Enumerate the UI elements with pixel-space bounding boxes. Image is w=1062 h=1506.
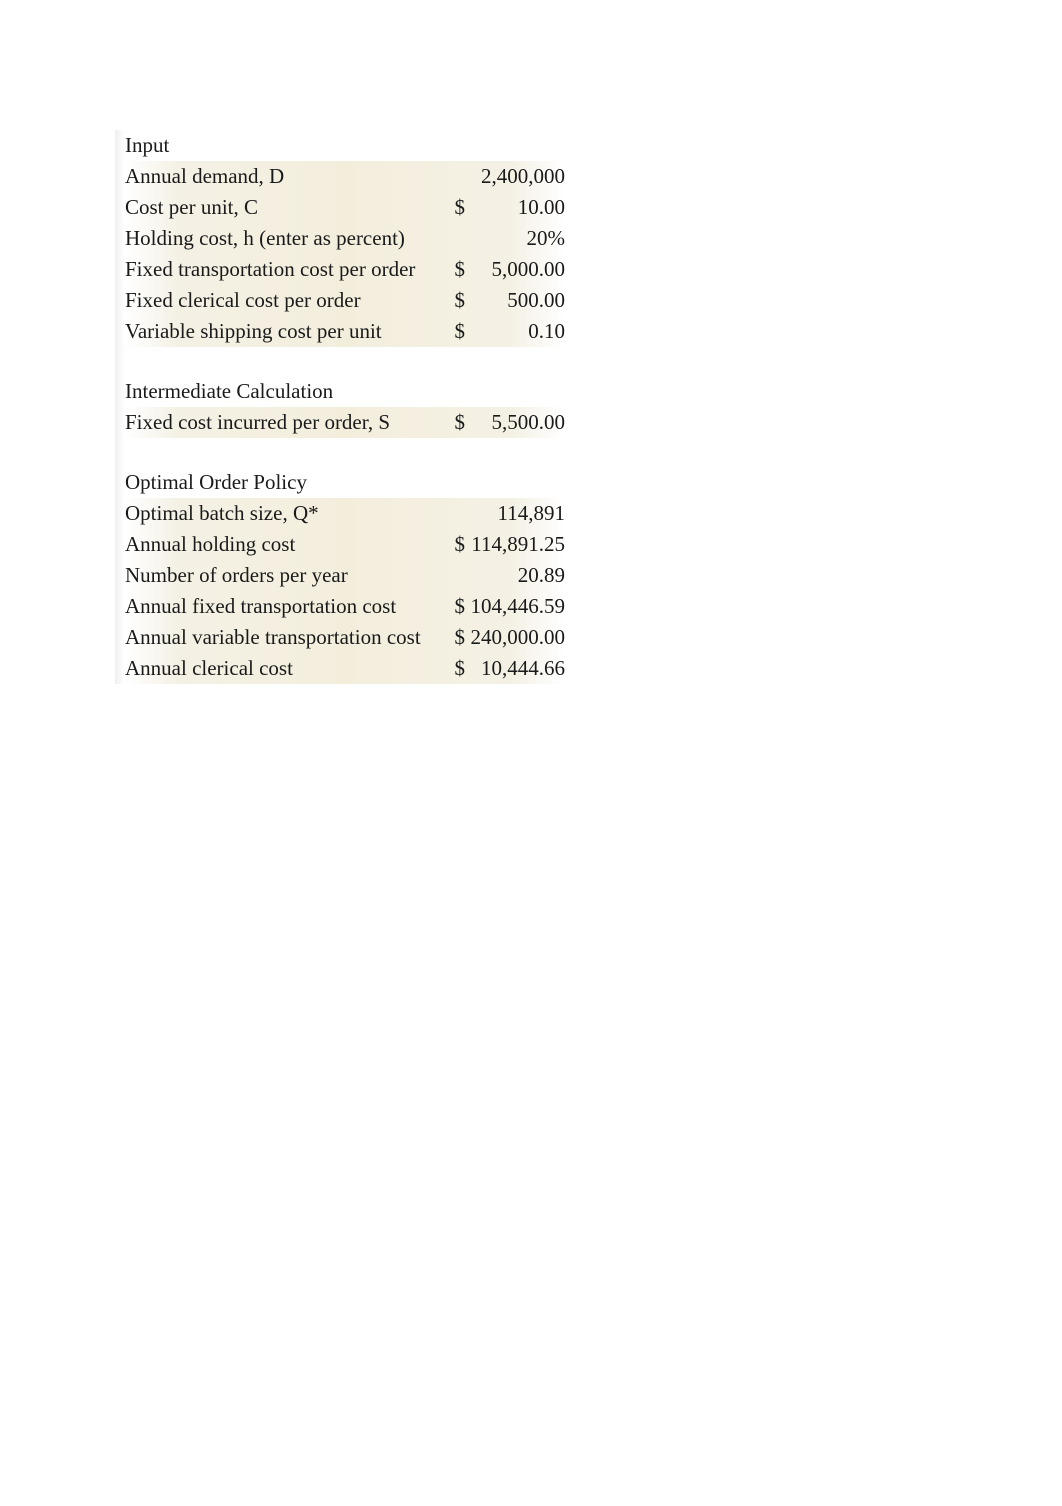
row-label: Cost per unit, C <box>125 192 430 223</box>
currency-symbol: $ <box>430 192 465 223</box>
row-label: Variable shipping cost per unit <box>125 316 430 347</box>
row-value: 114,891 <box>465 498 565 529</box>
table-row: Cost per unit, C $ 10.00 <box>125 192 565 223</box>
row-value: 0.10 <box>465 316 565 347</box>
table-row: Holding cost, h (enter as percent) 20% <box>125 223 565 254</box>
currency-symbol: $ <box>430 285 465 316</box>
row-label: Optimal batch size, Q* <box>125 498 430 529</box>
row-label: Annual fixed transportation cost <box>125 591 430 622</box>
row-value: 10,444.66 <box>465 653 565 684</box>
currency-symbol: $ <box>430 653 465 684</box>
currency-symbol: $ <box>430 622 465 653</box>
table-row: Annual clerical cost $ 10,444.66 <box>125 653 565 684</box>
currency-symbol: $ <box>430 529 465 560</box>
currency-symbol <box>430 161 465 192</box>
row-value: 500.00 <box>465 285 565 316</box>
row-label: Fixed cost incurred per order, S <box>125 407 430 438</box>
table-row: Annual demand, D 2,400,000 <box>125 161 565 192</box>
currency-symbol <box>430 560 465 591</box>
section-header-optimal: Optimal Order Policy <box>125 467 565 498</box>
section-header-intermediate: Intermediate Calculation <box>125 376 565 407</box>
table-row: Annual holding cost $ 114,891.25 <box>125 529 565 560</box>
table-row: Fixed cost incurred per order, S $ 5,500… <box>125 407 565 438</box>
row-value: 5,000.00 <box>465 254 565 285</box>
section-title: Optimal Order Policy <box>125 467 430 498</box>
section-title: Intermediate Calculation <box>125 376 430 407</box>
row-label: Fixed clerical cost per order <box>125 285 430 316</box>
row-label: Annual demand, D <box>125 161 430 192</box>
row-label: Number of orders per year <box>125 560 430 591</box>
currency-symbol <box>430 223 465 254</box>
row-label: Holding cost, h (enter as percent) <box>125 223 430 254</box>
spacer-row <box>125 347 565 376</box>
row-value: 5,500.00 <box>465 407 565 438</box>
currency-symbol <box>430 498 465 529</box>
row-label: Fixed transportation cost per order <box>125 254 430 285</box>
row-value: 240,000.00 <box>465 622 565 653</box>
table-row: Number of orders per year 20.89 <box>125 560 565 591</box>
section-header-input: Input <box>125 130 565 161</box>
row-label: Annual clerical cost <box>125 653 430 684</box>
row-label: Annual holding cost <box>125 529 430 560</box>
table-row: Fixed clerical cost per order $ 500.00 <box>125 285 565 316</box>
row-value: 10.00 <box>465 192 565 223</box>
currency-symbol: $ <box>430 407 465 438</box>
currency-symbol: $ <box>430 254 465 285</box>
table-row: Annual fixed transportation cost $ 104,4… <box>125 591 565 622</box>
row-value: 20% <box>465 223 565 254</box>
table-row: Optimal batch size, Q* 114,891 <box>125 498 565 529</box>
spacer-row <box>125 438 565 467</box>
row-label: Annual variable transportation cost <box>125 622 430 653</box>
table-row: Fixed transportation cost per order $ 5,… <box>125 254 565 285</box>
table-row: Annual variable transportation cost $ 24… <box>125 622 565 653</box>
row-value: 2,400,000 <box>465 161 565 192</box>
section-title: Input <box>125 130 430 161</box>
row-value: 104,446.59 <box>465 591 565 622</box>
currency-symbol: $ <box>430 591 465 622</box>
row-value: 114,891.25 <box>465 529 565 560</box>
table-row: Variable shipping cost per unit $ 0.10 <box>125 316 565 347</box>
data-table: Input Annual demand, D 2,400,000 Cost pe… <box>125 130 565 684</box>
currency-symbol: $ <box>430 316 465 347</box>
row-value: 20.89 <box>465 560 565 591</box>
